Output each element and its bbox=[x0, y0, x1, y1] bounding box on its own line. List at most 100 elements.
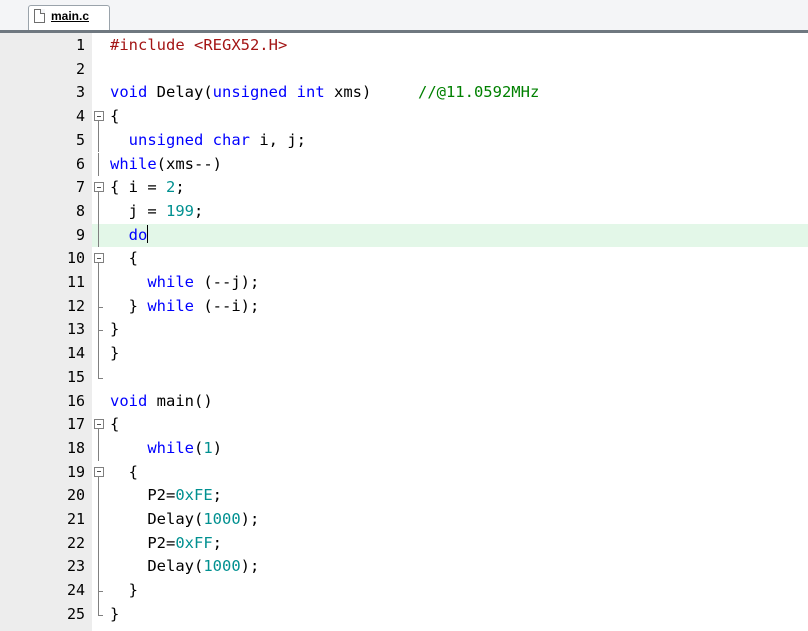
code-text[interactable]: j = 199; bbox=[110, 201, 204, 221]
code-text[interactable]: { bbox=[110, 414, 119, 434]
code-line[interactable]: 15 bbox=[0, 365, 808, 390]
collapse-minus-icon[interactable] bbox=[94, 419, 104, 430]
fold-toggle-icon[interactable] bbox=[93, 461, 105, 485]
tab-main-c[interactable]: main.c bbox=[28, 5, 110, 30]
code-line[interactable]: 12 } while (--i); bbox=[0, 294, 808, 319]
fold-guide bbox=[93, 199, 105, 224]
fold-line bbox=[98, 128, 99, 153]
code-line[interactable]: 24 } bbox=[0, 579, 808, 603]
code-editor[interactable]: 1 #include <REGX52.H> 2 3 void Delay(unsigne… bbox=[0, 33, 808, 631]
line-number-cell: 8 bbox=[0, 200, 92, 224]
code-token: 199 bbox=[166, 201, 194, 220]
code-text[interactable]: #include <REGX52.H> bbox=[110, 35, 287, 55]
code-text[interactable]: } bbox=[110, 319, 119, 339]
code-token: ) bbox=[212, 438, 223, 457]
code-line[interactable]: 18 while(1) bbox=[0, 436, 808, 461]
code-line[interactable]: 16 void main() bbox=[0, 390, 808, 414]
code-text[interactable]: } bbox=[110, 580, 138, 600]
code-text[interactable]: } bbox=[110, 343, 119, 363]
fold-guide bbox=[93, 294, 105, 319]
line-number: 16 bbox=[66, 391, 85, 410]
fold-line bbox=[98, 342, 99, 366]
code-text[interactable]: do bbox=[110, 224, 149, 245]
fold-guide bbox=[93, 81, 105, 105]
line-number-cell: 2 bbox=[0, 58, 92, 82]
code-line[interactable]: 22 P2=0xFF; bbox=[0, 531, 808, 556]
fold-end-tick bbox=[98, 306, 103, 308]
code-token: (xms--) bbox=[156, 154, 222, 173]
code-line[interactable]: 14} bbox=[0, 342, 808, 366]
code-text[interactable]: while(xms--) bbox=[110, 154, 222, 174]
code-token: xms) bbox=[324, 83, 418, 102]
collapse-minus-icon[interactable] bbox=[94, 253, 104, 264]
code-text[interactable]: { bbox=[110, 248, 138, 268]
fold-toggle-icon[interactable] bbox=[93, 176, 105, 200]
code-text[interactable]: void main() bbox=[110, 391, 213, 411]
code-text[interactable]: { bbox=[110, 462, 138, 482]
code-text[interactable]: P2=0xFF; bbox=[110, 533, 222, 553]
code-line[interactable]: 1 #include <REGX52.H> bbox=[0, 34, 808, 58]
code-token: P2= bbox=[110, 533, 176, 552]
fold-guide bbox=[93, 58, 105, 82]
fold-guide bbox=[93, 128, 105, 153]
code-token: 1000 bbox=[203, 510, 241, 528]
fold-line bbox=[98, 476, 99, 485]
fold-toggle-icon[interactable] bbox=[93, 247, 105, 271]
code-line[interactable]: 25} bbox=[0, 602, 808, 627]
collapse-minus-icon[interactable] bbox=[94, 111, 104, 122]
collapse-minus-icon[interactable] bbox=[94, 182, 104, 193]
line-number-cell: 24 bbox=[0, 579, 92, 603]
code-line[interactable]: 5 unsigned char i, j; bbox=[0, 128, 808, 153]
code-token: while bbox=[110, 154, 157, 173]
line-number: 24 bbox=[66, 581, 85, 600]
code-token: do bbox=[128, 225, 148, 244]
code-line[interactable]: 8 j = 199; bbox=[0, 199, 808, 224]
code-line[interactable]: 13} bbox=[0, 318, 808, 343]
code-line[interactable]: 19 { bbox=[0, 461, 808, 485]
code-line[interactable]: 17 { bbox=[0, 413, 808, 437]
code-token: char bbox=[212, 130, 250, 149]
code-line[interactable]: 10 { bbox=[0, 247, 808, 271]
code-line[interactable]: 20 P2=0xFE; bbox=[0, 484, 808, 508]
code-line[interactable]: 9 do bbox=[0, 223, 808, 248]
code-token: { bbox=[110, 462, 138, 481]
fold-guide bbox=[93, 579, 105, 603]
code-text[interactable]: } bbox=[110, 604, 119, 624]
code-text[interactable]: { i = 2; bbox=[110, 177, 185, 197]
line-number-cell: 10 bbox=[0, 247, 92, 271]
line-number-cell: 9 bbox=[0, 223, 92, 248]
line-number: 21 bbox=[66, 510, 85, 528]
fold-toggle-icon[interactable] bbox=[93, 105, 105, 129]
fold-toggle-icon[interactable] bbox=[93, 413, 105, 437]
code-line[interactable]: 21 Delay(1000); bbox=[0, 508, 808, 532]
code-line[interactable]: 4{ bbox=[0, 105, 808, 129]
fold-line bbox=[98, 223, 99, 248]
code-line[interactable]: 11 while (--j); bbox=[0, 271, 808, 295]
code-text[interactable]: while (--j); bbox=[110, 272, 259, 292]
line-number-cell: 5 bbox=[0, 129, 92, 153]
code-text[interactable]: Delay(1000); bbox=[110, 556, 259, 576]
code-text[interactable]: P2=0xFE; bbox=[110, 485, 222, 505]
code-text[interactable]: Delay(1000); bbox=[110, 509, 259, 529]
code-text[interactable]: void Delay(unsigned int xms) //@11.0592M… bbox=[110, 82, 539, 102]
code-line[interactable]: 6 while(xms--) bbox=[0, 152, 808, 177]
line-number: 17 bbox=[66, 415, 85, 434]
code-line[interactable]: 23 Delay(1000); bbox=[0, 555, 808, 580]
code-text[interactable]: } while (--i); bbox=[110, 296, 260, 316]
fold-guide bbox=[93, 531, 105, 556]
code-line[interactable]: 2 bbox=[0, 58, 808, 82]
code-text[interactable]: while(1) bbox=[110, 438, 222, 458]
fold-end-tick bbox=[98, 330, 103, 332]
fold-line bbox=[98, 436, 99, 461]
line-number: 20 bbox=[66, 486, 85, 505]
code-text[interactable]: { bbox=[110, 106, 119, 126]
line-number: 5 bbox=[75, 130, 85, 149]
code-text[interactable]: unsigned char i, j; bbox=[110, 130, 306, 150]
code-line[interactable]: 7 { i = 2; bbox=[0, 176, 808, 200]
code-token: } bbox=[110, 581, 138, 600]
fold-guide bbox=[93, 152, 105, 177]
code-token: } bbox=[110, 320, 120, 339]
collapse-minus-icon[interactable] bbox=[94, 466, 104, 477]
code-line[interactable]: 3 void Delay(unsigned int xms) //@11.0592… bbox=[0, 81, 808, 105]
